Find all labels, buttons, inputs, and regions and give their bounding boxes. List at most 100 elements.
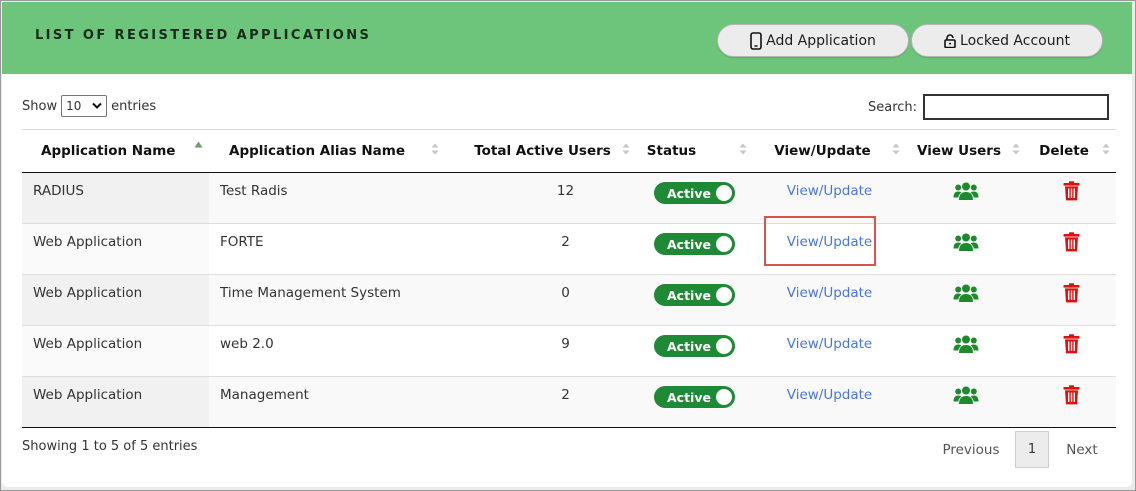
users-group-icon[interactable] — [953, 334, 979, 354]
view-update-link[interactable]: View/Update — [787, 183, 872, 199]
unlock-icon — [944, 33, 956, 48]
cell-delete — [1026, 172, 1116, 224]
cell-status: Active — [636, 376, 753, 428]
page-button-current[interactable]: 1 — [1015, 431, 1049, 468]
view-update-link[interactable]: View/Update — [787, 234, 872, 250]
page-size-select[interactable]: 10 — [61, 95, 108, 117]
trash-icon[interactable] — [1063, 181, 1080, 201]
users-group-icon[interactable] — [953, 232, 979, 252]
page-title: LIST OF REGISTERED APPLICATIONS — [35, 28, 372, 43]
mobile-phone-icon — [750, 31, 762, 50]
cell-alias-name: web 2.0 — [209, 325, 445, 377]
status-toggle[interactable]: Active — [654, 335, 735, 357]
cell-status: Active — [636, 274, 753, 326]
table-row: Web Application FORTE 2 Active View/Upda… — [22, 223, 1116, 275]
sort-icon — [1102, 143, 1110, 155]
cell-view-users — [906, 223, 1026, 275]
page-size-control: Show 10 entries — [22, 95, 156, 117]
column-header-status[interactable]: Status — [636, 129, 753, 173]
cell-application-name: Web Application — [22, 274, 209, 326]
toggle-knob — [716, 287, 732, 303]
table-row: Web Application Management 2 Active View… — [22, 376, 1116, 428]
toggle-knob — [716, 185, 732, 201]
cell-delete — [1026, 274, 1116, 326]
column-header-total-active-users[interactable]: Total Active Users — [445, 129, 636, 173]
previous-page-button[interactable]: Previous — [927, 442, 1015, 458]
cell-total-active-users: 9 — [445, 325, 636, 377]
table-row: Web Application Time Management System 0… — [22, 274, 1116, 326]
trash-icon[interactable] — [1063, 283, 1080, 303]
cell-total-active-users: 2 — [445, 376, 636, 428]
column-header-alias-name[interactable]: Application Alias Name — [209, 129, 445, 173]
search-input[interactable] — [923, 94, 1110, 120]
pagination: Previous 1 Next — [927, 431, 1115, 468]
cell-view-update: View/Update — [753, 172, 906, 224]
locked-account-button[interactable]: Locked Account — [911, 24, 1103, 57]
sort-asc-icon — [194, 141, 203, 148]
cell-alias-name: Management — [209, 376, 445, 428]
status-toggle[interactable]: Active — [654, 233, 735, 255]
status-toggle[interactable]: Active — [654, 284, 735, 306]
cell-status: Active — [636, 172, 753, 224]
table-header-row: Application Name Application Alias Name … — [22, 129, 1116, 173]
users-group-icon[interactable] — [953, 385, 979, 405]
status-toggle[interactable]: Active — [654, 182, 735, 204]
page-size-value: 10 — [66, 99, 82, 113]
cell-total-active-users: 0 — [445, 274, 636, 326]
cell-alias-name: Time Management System — [209, 274, 445, 326]
applications-panel: LIST OF REGISTERED APPLICATIONS Add Appl… — [2, 2, 1132, 487]
users-group-icon[interactable] — [953, 181, 979, 201]
cell-view-update: View/Update — [753, 325, 906, 377]
search-label: Search: — [868, 99, 918, 115]
users-group-icon[interactable] — [953, 283, 979, 303]
table-row: RADIUS Test Radis 12 Active View/Update — [22, 172, 1116, 224]
trash-icon[interactable] — [1063, 232, 1080, 252]
sort-icon — [739, 143, 747, 155]
cell-total-active-users: 12 — [445, 172, 636, 224]
view-update-link[interactable]: View/Update — [787, 336, 872, 352]
cell-view-users — [906, 274, 1026, 326]
applications-table: Application Name Application Alias Name … — [22, 129, 1116, 428]
cell-status: Active — [636, 223, 753, 275]
add-application-label: Add Application — [766, 32, 876, 49]
column-header-application-name[interactable]: Application Name — [22, 129, 209, 173]
cell-alias-name: Test Radis — [209, 172, 445, 224]
entries-label: entries — [111, 98, 157, 114]
column-header-view-update[interactable]: View/Update — [753, 129, 906, 173]
cell-alias-name: FORTE — [209, 223, 445, 275]
trash-icon[interactable] — [1063, 385, 1080, 405]
sort-icon — [1012, 143, 1020, 155]
view-update-link[interactable]: View/Update — [787, 285, 872, 301]
locked-account-label: Locked Account — [960, 32, 1070, 49]
table-row: Web Application web 2.0 9 Active View/Up… — [22, 325, 1116, 377]
window-frame: LIST OF REGISTERED APPLICATIONS Add Appl… — [0, 0, 1136, 491]
show-label: Show — [22, 98, 58, 114]
cell-application-name: RADIUS — [22, 172, 209, 224]
cell-delete — [1026, 376, 1116, 428]
toggle-knob — [716, 389, 732, 405]
sort-icon — [431, 143, 439, 155]
next-page-button[interactable]: Next — [1049, 442, 1115, 458]
sort-icon — [622, 143, 630, 155]
cell-application-name: Web Application — [22, 376, 209, 428]
status-toggle[interactable]: Active — [654, 386, 735, 408]
cell-view-update: View/Update — [753, 274, 906, 326]
panel-header: LIST OF REGISTERED APPLICATIONS Add Appl… — [2, 2, 1132, 74]
cell-delete — [1026, 223, 1116, 275]
chevron-down-icon — [92, 102, 102, 109]
cell-application-name: Web Application — [22, 325, 209, 377]
sort-icon — [892, 143, 900, 155]
cell-view-users — [906, 172, 1026, 224]
column-header-view-users[interactable]: View Users — [906, 129, 1026, 173]
table-info: Showing 1 to 5 of 5 entries — [22, 439, 198, 454]
trash-icon[interactable] — [1063, 334, 1080, 354]
column-header-delete[interactable]: Delete — [1026, 129, 1116, 173]
cell-delete — [1026, 325, 1116, 377]
cell-total-active-users: 2 — [445, 223, 636, 275]
toggle-knob — [716, 236, 732, 252]
cell-application-name: Web Application — [22, 223, 209, 275]
view-update-link[interactable]: View/Update — [787, 387, 872, 403]
cell-view-update: View/Update — [753, 376, 906, 428]
cell-view-users — [906, 325, 1026, 377]
add-application-button[interactable]: Add Application — [717, 24, 909, 57]
